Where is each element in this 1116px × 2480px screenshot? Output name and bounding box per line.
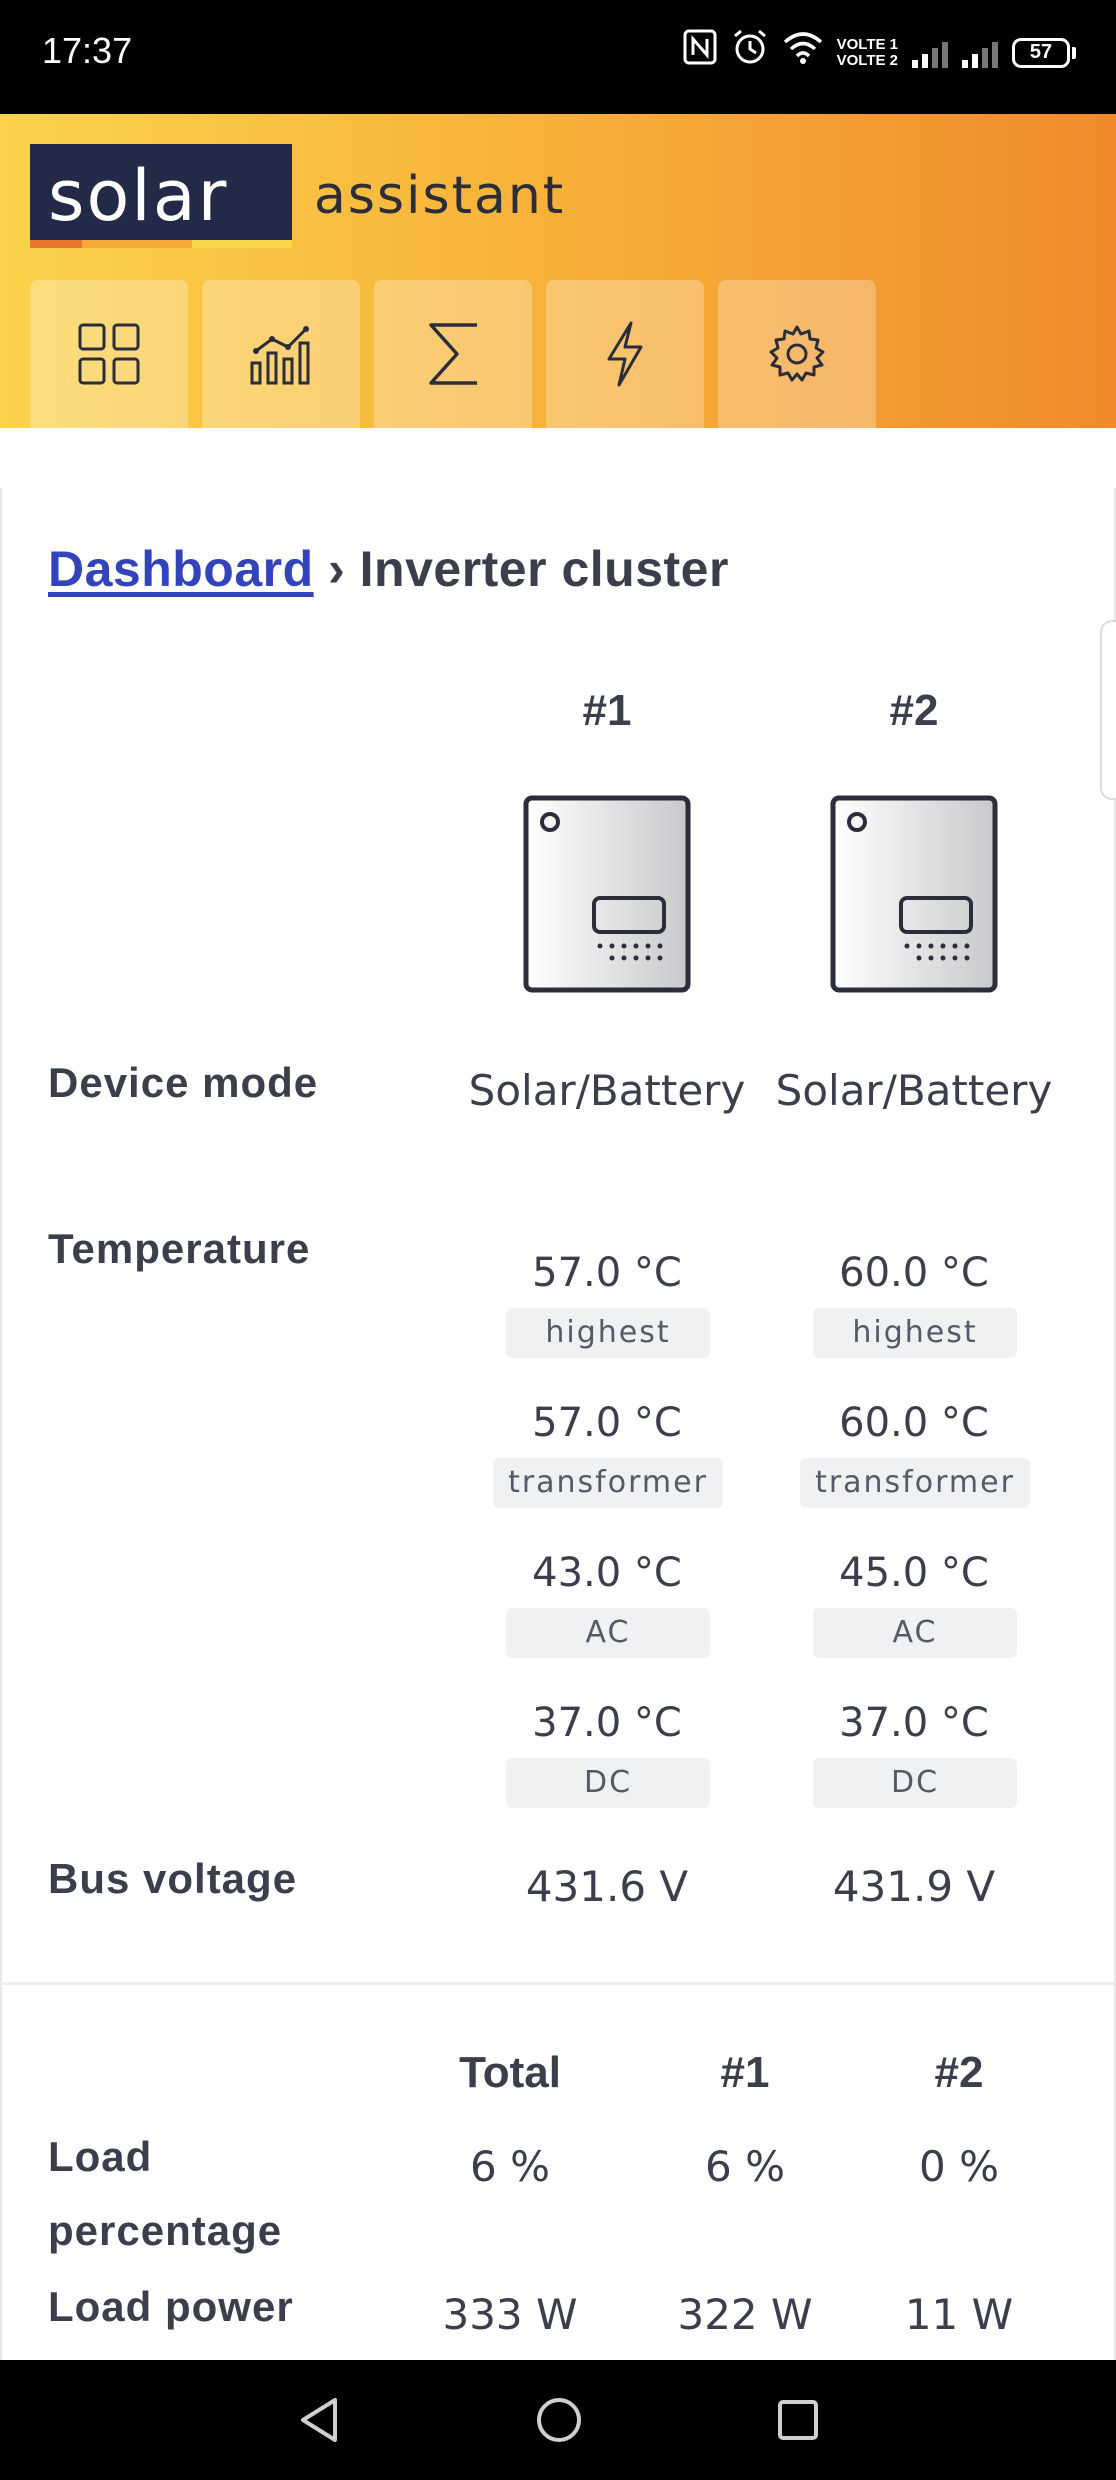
inverter-1-temp-transformer: 57.0 °C	[532, 1400, 682, 1446]
signal-2-icon	[962, 38, 998, 68]
status-time: 17:37	[42, 30, 133, 71]
battery-icon: 57	[1012, 37, 1076, 68]
logo-box: solar	[30, 144, 292, 248]
load-power-1: 322 W	[677, 2290, 813, 2339]
system-nav-bar	[0, 2360, 1116, 2480]
load-power-label: Load power	[48, 2283, 294, 2330]
nav-totals[interactable]	[374, 280, 532, 428]
load-percentage-label: Load percentage	[48, 2133, 283, 2254]
load-percentage-2: 0 %	[919, 2142, 999, 2191]
sigma-icon	[429, 323, 477, 385]
side-panel-handle[interactable]	[1100, 620, 1116, 800]
inverter-1-icon	[523, 795, 691, 993]
load-percentage-total: 6 %	[470, 2142, 550, 2191]
logo-primary-text: solar	[48, 155, 229, 237]
nav-settings[interactable]	[718, 280, 876, 428]
chart-icon	[250, 326, 310, 385]
load-percentage-1: 6 %	[705, 2142, 785, 2191]
inverter-1-header: #1	[582, 686, 632, 735]
inverter-2-temp-transformer: 60.0 °C	[839, 1400, 989, 1446]
device-mode-label: Device mode	[48, 1059, 319, 1106]
nav-charts[interactable]	[202, 280, 360, 428]
inverter-2-header: #2	[889, 686, 939, 735]
inverter-1-temp-ac: 43.0 °C	[532, 1550, 682, 1596]
load-header-total: Total	[459, 2048, 561, 2097]
inverter-2-temp-transformer-tag: transformer	[800, 1458, 1030, 1508]
bus-voltage-label: Bus voltage	[48, 1855, 298, 1902]
inverter-2-temp-highest-tag: highest	[813, 1308, 1017, 1358]
inverter-1-temp-dc: 37.0 °C	[532, 1700, 682, 1746]
status-icons: VOLTE 1 VOLTE 2 57	[683, 28, 1076, 77]
inverter-2-icon	[830, 795, 998, 993]
breadcrumb: Dashboard › Inverter cluster	[48, 540, 729, 598]
inverter-2-temp-highest: 60.0 °C	[839, 1250, 989, 1296]
inverter-2-temp-ac-tag: AC	[813, 1608, 1017, 1658]
inverter-2-temp-ac: 45.0 °C	[839, 1550, 989, 1596]
status-bar: 17:37 VOLTE 1 VOLTE 2 57	[0, 0, 1116, 114]
inverter-1-bus-voltage: 431.6 V	[525, 1862, 689, 1911]
dashboard-grid-icon	[78, 323, 140, 385]
inverter-1-temp-dc-tag: DC	[506, 1758, 710, 1808]
alarm-icon	[731, 28, 769, 77]
volte2-label: VOLTE 2	[836, 51, 898, 69]
inverter-1-temp-highest-tag: highest	[506, 1308, 710, 1358]
breadcrumb-current: Inverter cluster	[359, 541, 729, 597]
inverter-1-temp-transformer-tag: transformer	[493, 1458, 723, 1508]
inverter-1-temp-highest: 57.0 °C	[532, 1250, 682, 1296]
load-power-total: 333 W	[442, 2290, 578, 2339]
load-power-2: 11 W	[904, 2290, 1014, 2339]
inverter-2-device-mode: Solar/Battery	[775, 1066, 1053, 1115]
volte1-label: VOLTE 1	[836, 35, 898, 53]
temperature-label: Temperature	[48, 1225, 311, 1272]
back-icon[interactable]	[297, 2396, 341, 2444]
load-header-1: #1	[720, 2048, 770, 2097]
nav-tabs	[30, 280, 876, 428]
inverter-2-temp-dc: 37.0 °C	[839, 1700, 989, 1746]
logo[interactable]: solar assistant	[30, 144, 565, 248]
recents-icon[interactable]	[777, 2399, 819, 2441]
nav-dashboard[interactable]	[30, 280, 188, 428]
inverter-2-bus-voltage: 431.9 V	[832, 1862, 996, 1911]
inverter-1-device-mode: Solar/Battery	[468, 1066, 746, 1115]
wifi-icon	[783, 30, 823, 75]
load-header-2: #2	[934, 2048, 984, 2097]
signal-1-icon	[912, 38, 948, 68]
home-icon[interactable]	[535, 2396, 583, 2444]
logo-secondary-text: assistant	[314, 166, 566, 226]
breadcrumb-separator: ›	[328, 541, 346, 597]
nfc-icon	[683, 29, 717, 76]
battery-level: 57	[1012, 37, 1070, 68]
gear-icon	[769, 325, 825, 382]
nav-power[interactable]	[546, 280, 704, 428]
lightning-icon	[607, 321, 643, 387]
app-header: solar assistant	[0, 114, 1116, 428]
breadcrumb-dashboard-link[interactable]: Dashboard	[48, 541, 314, 597]
volte-indicator: VOLTE 1 VOLTE 2	[836, 35, 898, 69]
inverter-2-temp-dc-tag: DC	[813, 1758, 1017, 1808]
inverter-1-temp-ac-tag: AC	[506, 1608, 710, 1658]
section-divider	[0, 1982, 1116, 1985]
